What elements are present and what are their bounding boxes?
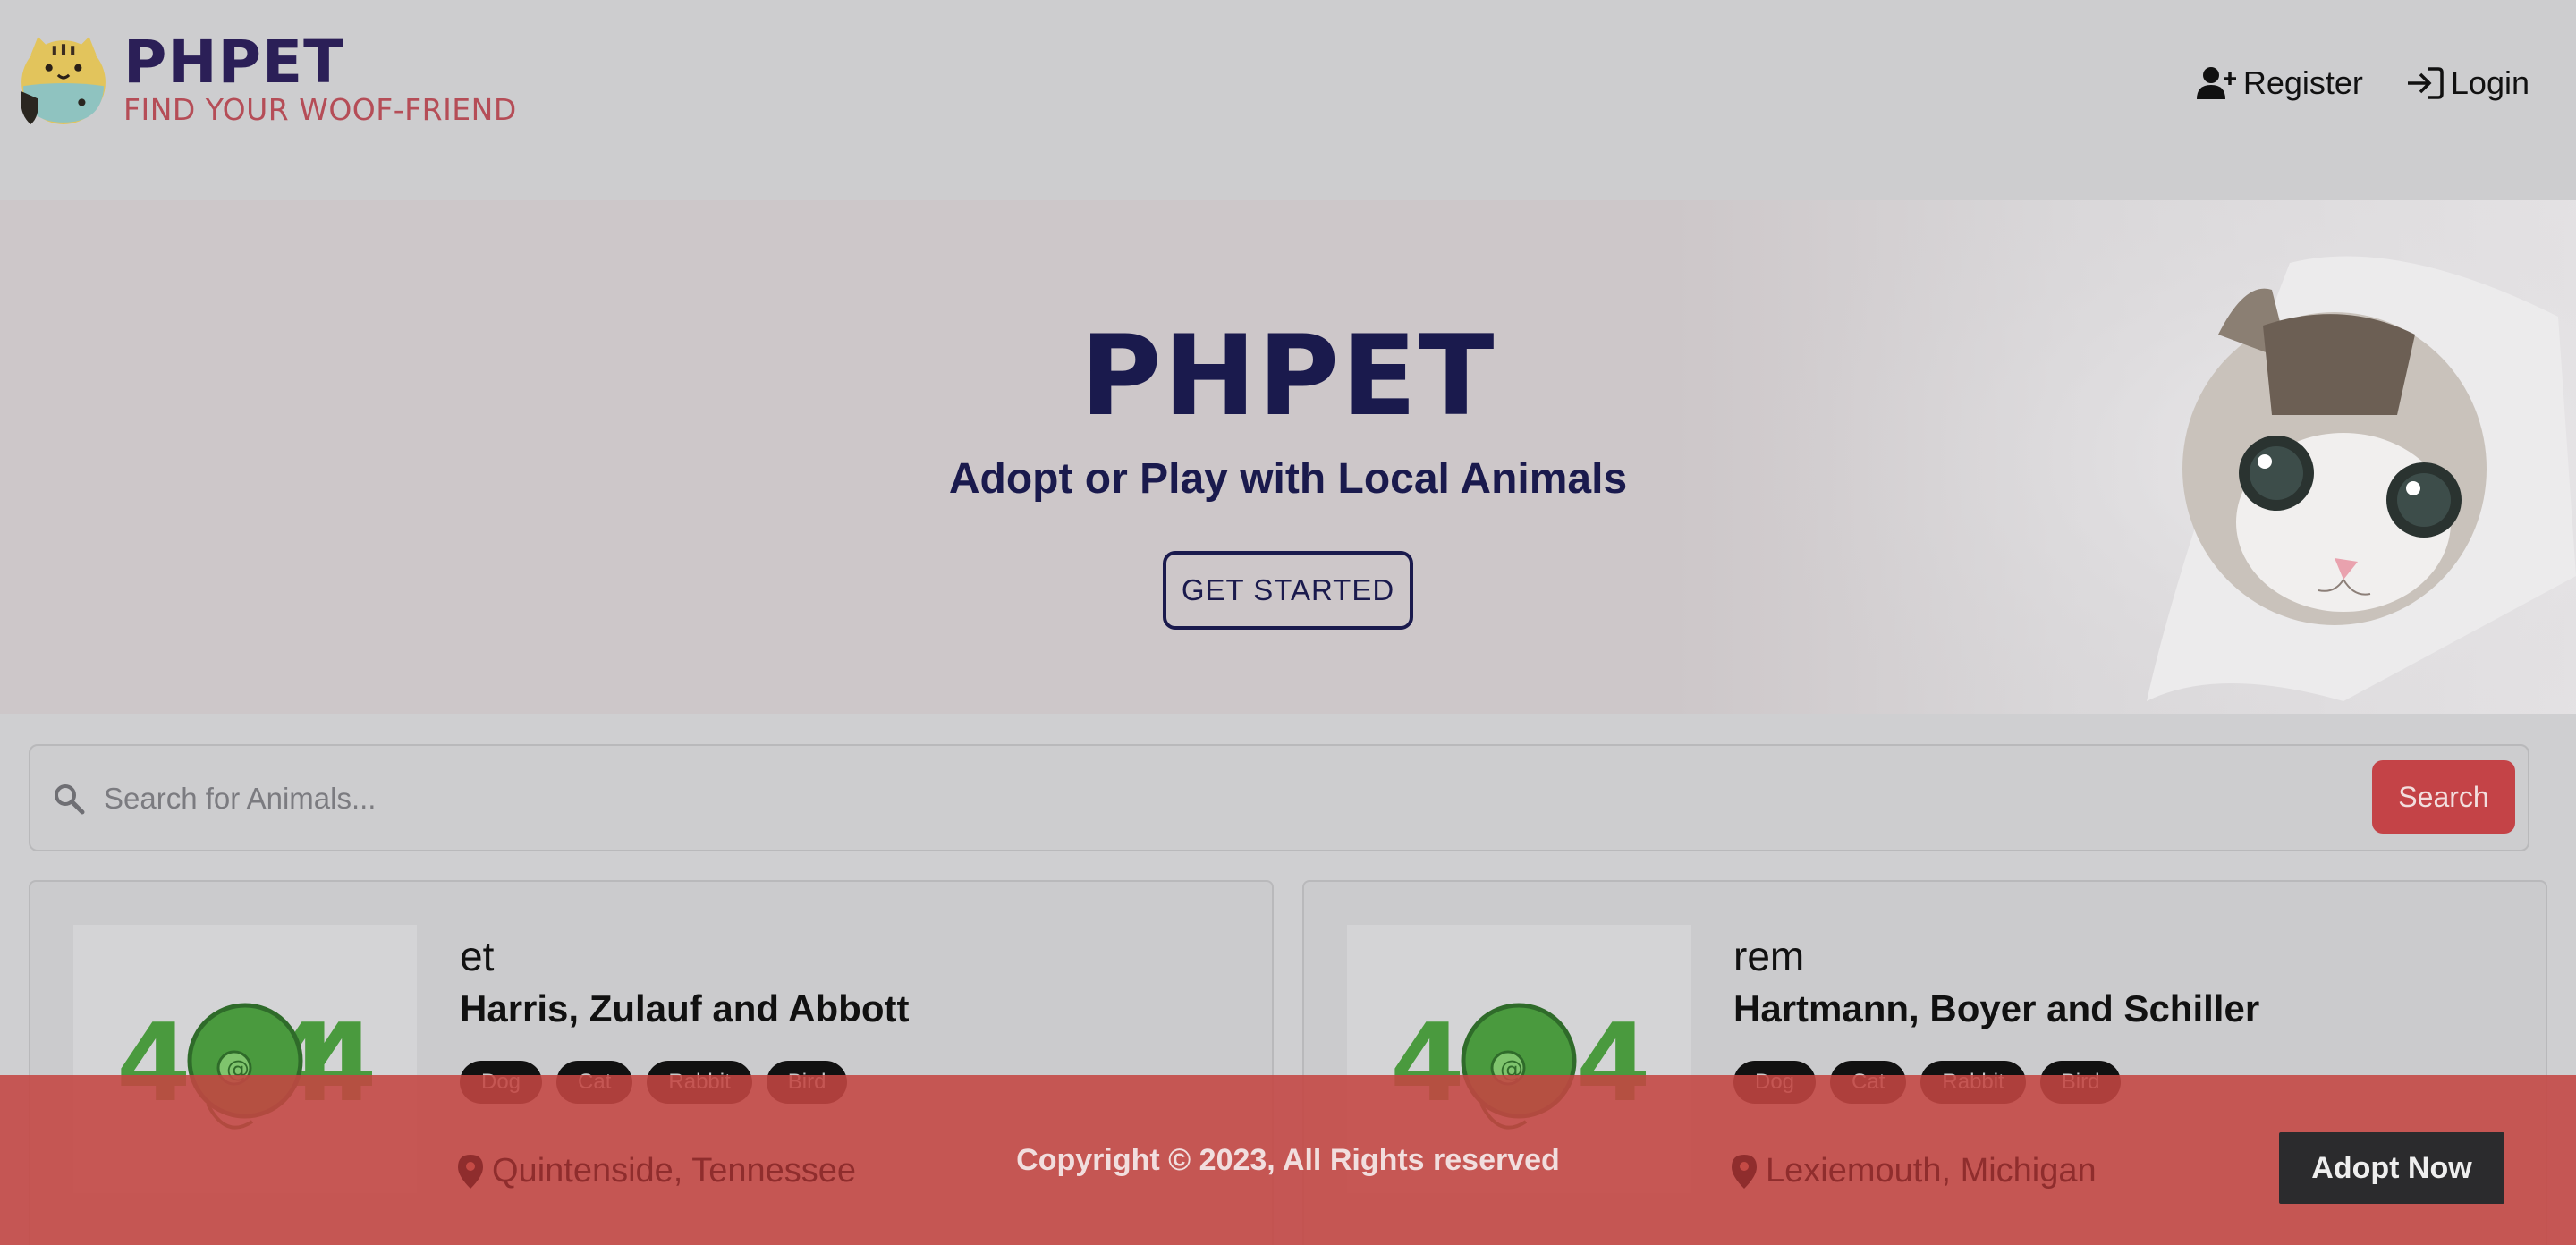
map-pin-icon bbox=[1732, 1154, 1757, 1189]
search-bar: Search bbox=[29, 744, 2529, 851]
brand-title: PHPET bbox=[123, 28, 345, 97]
pet-logo-icon bbox=[21, 37, 106, 124]
top-nav: Register Login bbox=[2196, 64, 2529, 102]
copyright-text: Copyright © 2023, All Rights reserved bbox=[1016, 1143, 1560, 1177]
shelter-name: Hartmann, Boyer and Schiller bbox=[1733, 987, 2260, 1029]
sign-in-icon bbox=[2407, 67, 2444, 99]
brand-tagline: FIND YOUR WOOF-FRIEND bbox=[123, 92, 517, 127]
animal-name: rem bbox=[1733, 933, 1805, 979]
brand-logo[interactable]: PHPET FIND YOUR WOOF-FRIEND bbox=[18, 28, 517, 127]
user-plus-icon bbox=[2196, 67, 2236, 99]
get-started-button[interactable]: GET STARTED bbox=[1163, 551, 1413, 630]
register-label: Register bbox=[2242, 64, 2363, 101]
hero-subtitle: Adopt or Play with Local Animals bbox=[948, 455, 1628, 503]
search-input[interactable] bbox=[104, 769, 2340, 828]
animal-name: et bbox=[460, 933, 495, 979]
hero-banner: PHPET Adopt or Play with Local Animals G… bbox=[0, 200, 2576, 714]
location-text: Lexiemouth, Michigan bbox=[1766, 1152, 2097, 1190]
site-header: PHPET FIND YOUR WOOF-FRIEND Register Log… bbox=[0, 0, 2576, 200]
search-icon bbox=[55, 784, 85, 815]
login-link[interactable]: Login bbox=[2404, 64, 2529, 102]
shelter-name: Harris, Zulauf and Abbott bbox=[460, 987, 910, 1029]
login-label: Login bbox=[2450, 64, 2529, 101]
adopt-now-button[interactable]: Adopt Now bbox=[2279, 1132, 2504, 1204]
footer-bar: Quintenside, Tennessee Copyright © 2023,… bbox=[0, 1075, 2576, 1245]
hero-title: PHPET bbox=[1080, 312, 1496, 441]
search-button[interactable]: Search bbox=[2372, 760, 2515, 834]
card-location: Lexiemouth, Michigan bbox=[1732, 1152, 2097, 1190]
register-link[interactable]: Register bbox=[2196, 64, 2363, 102]
